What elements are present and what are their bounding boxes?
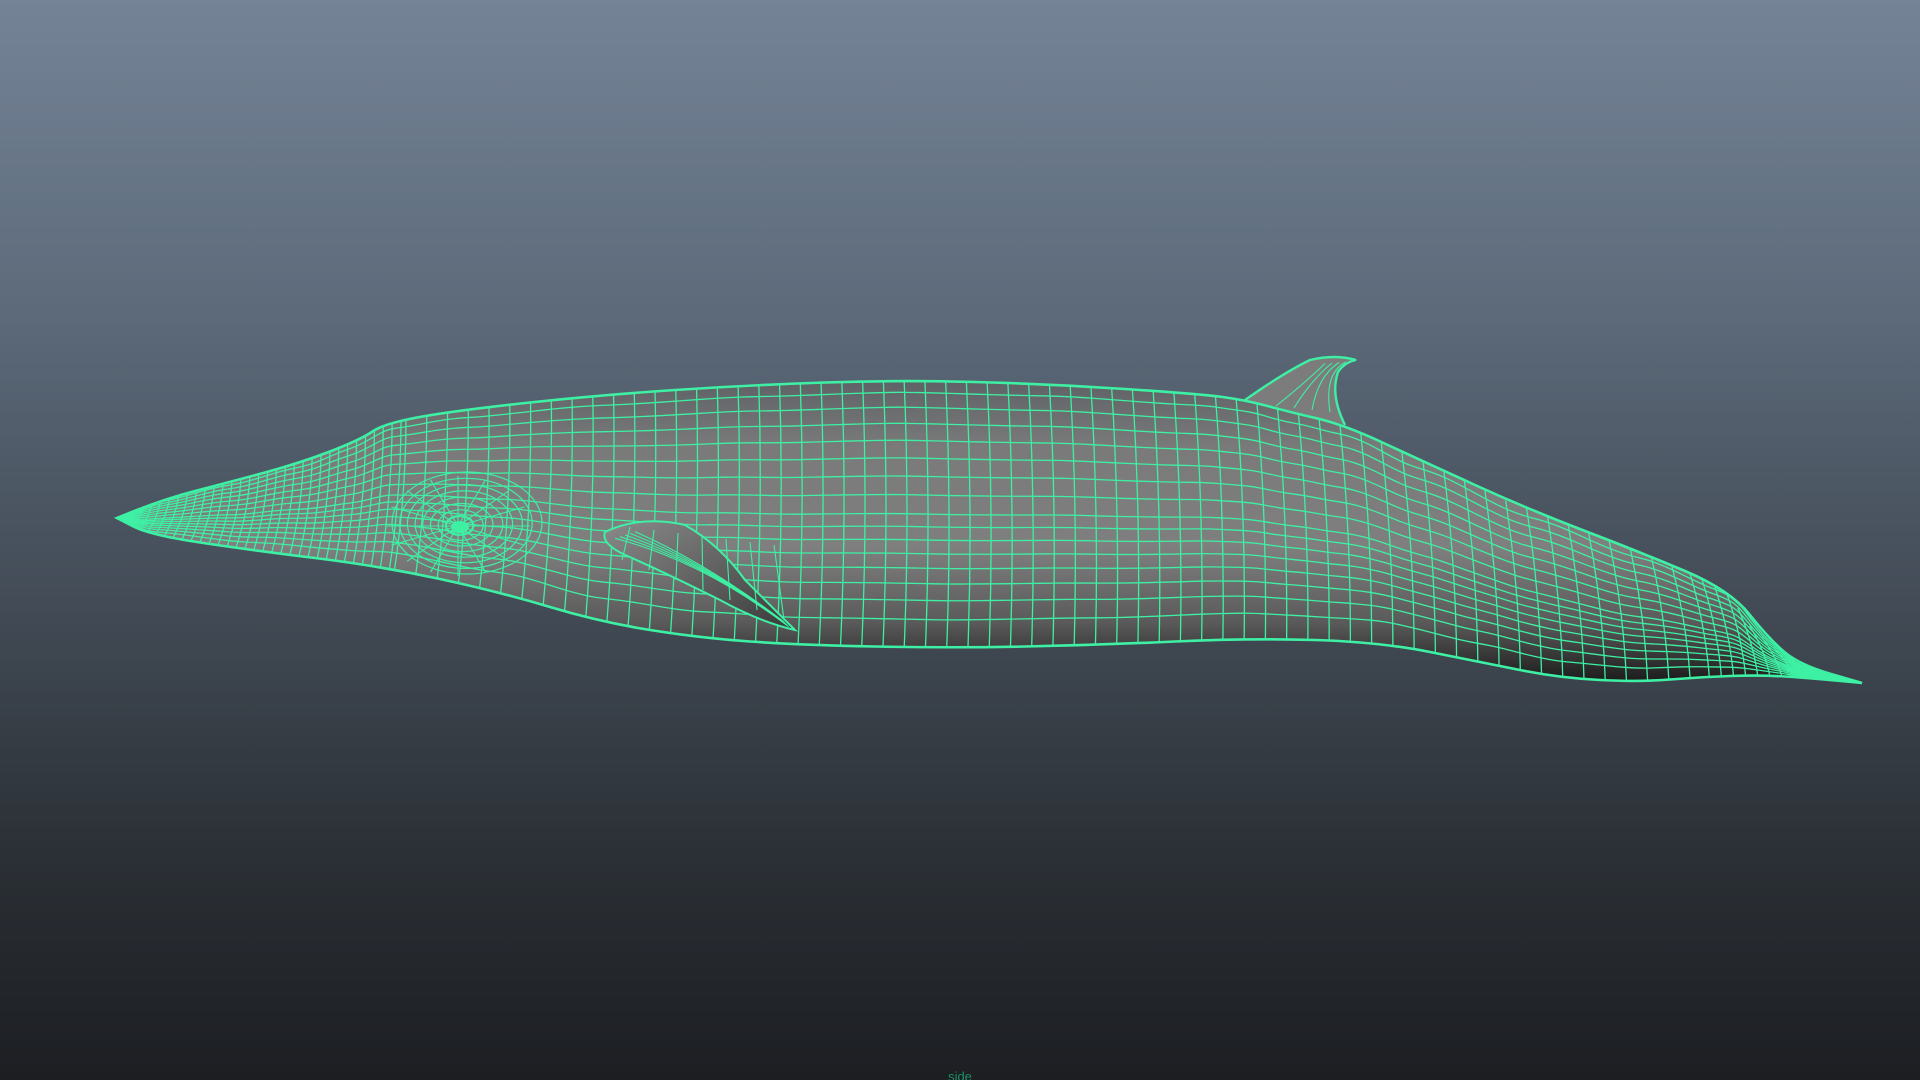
camera-name-label: side: [948, 1069, 972, 1080]
eye-icon: [451, 521, 469, 533]
3d-viewport[interactable]: side: [0, 0, 1920, 1080]
whale-mesh[interactable]: [113, 355, 1868, 687]
viewport-scene: [113, 355, 1868, 687]
